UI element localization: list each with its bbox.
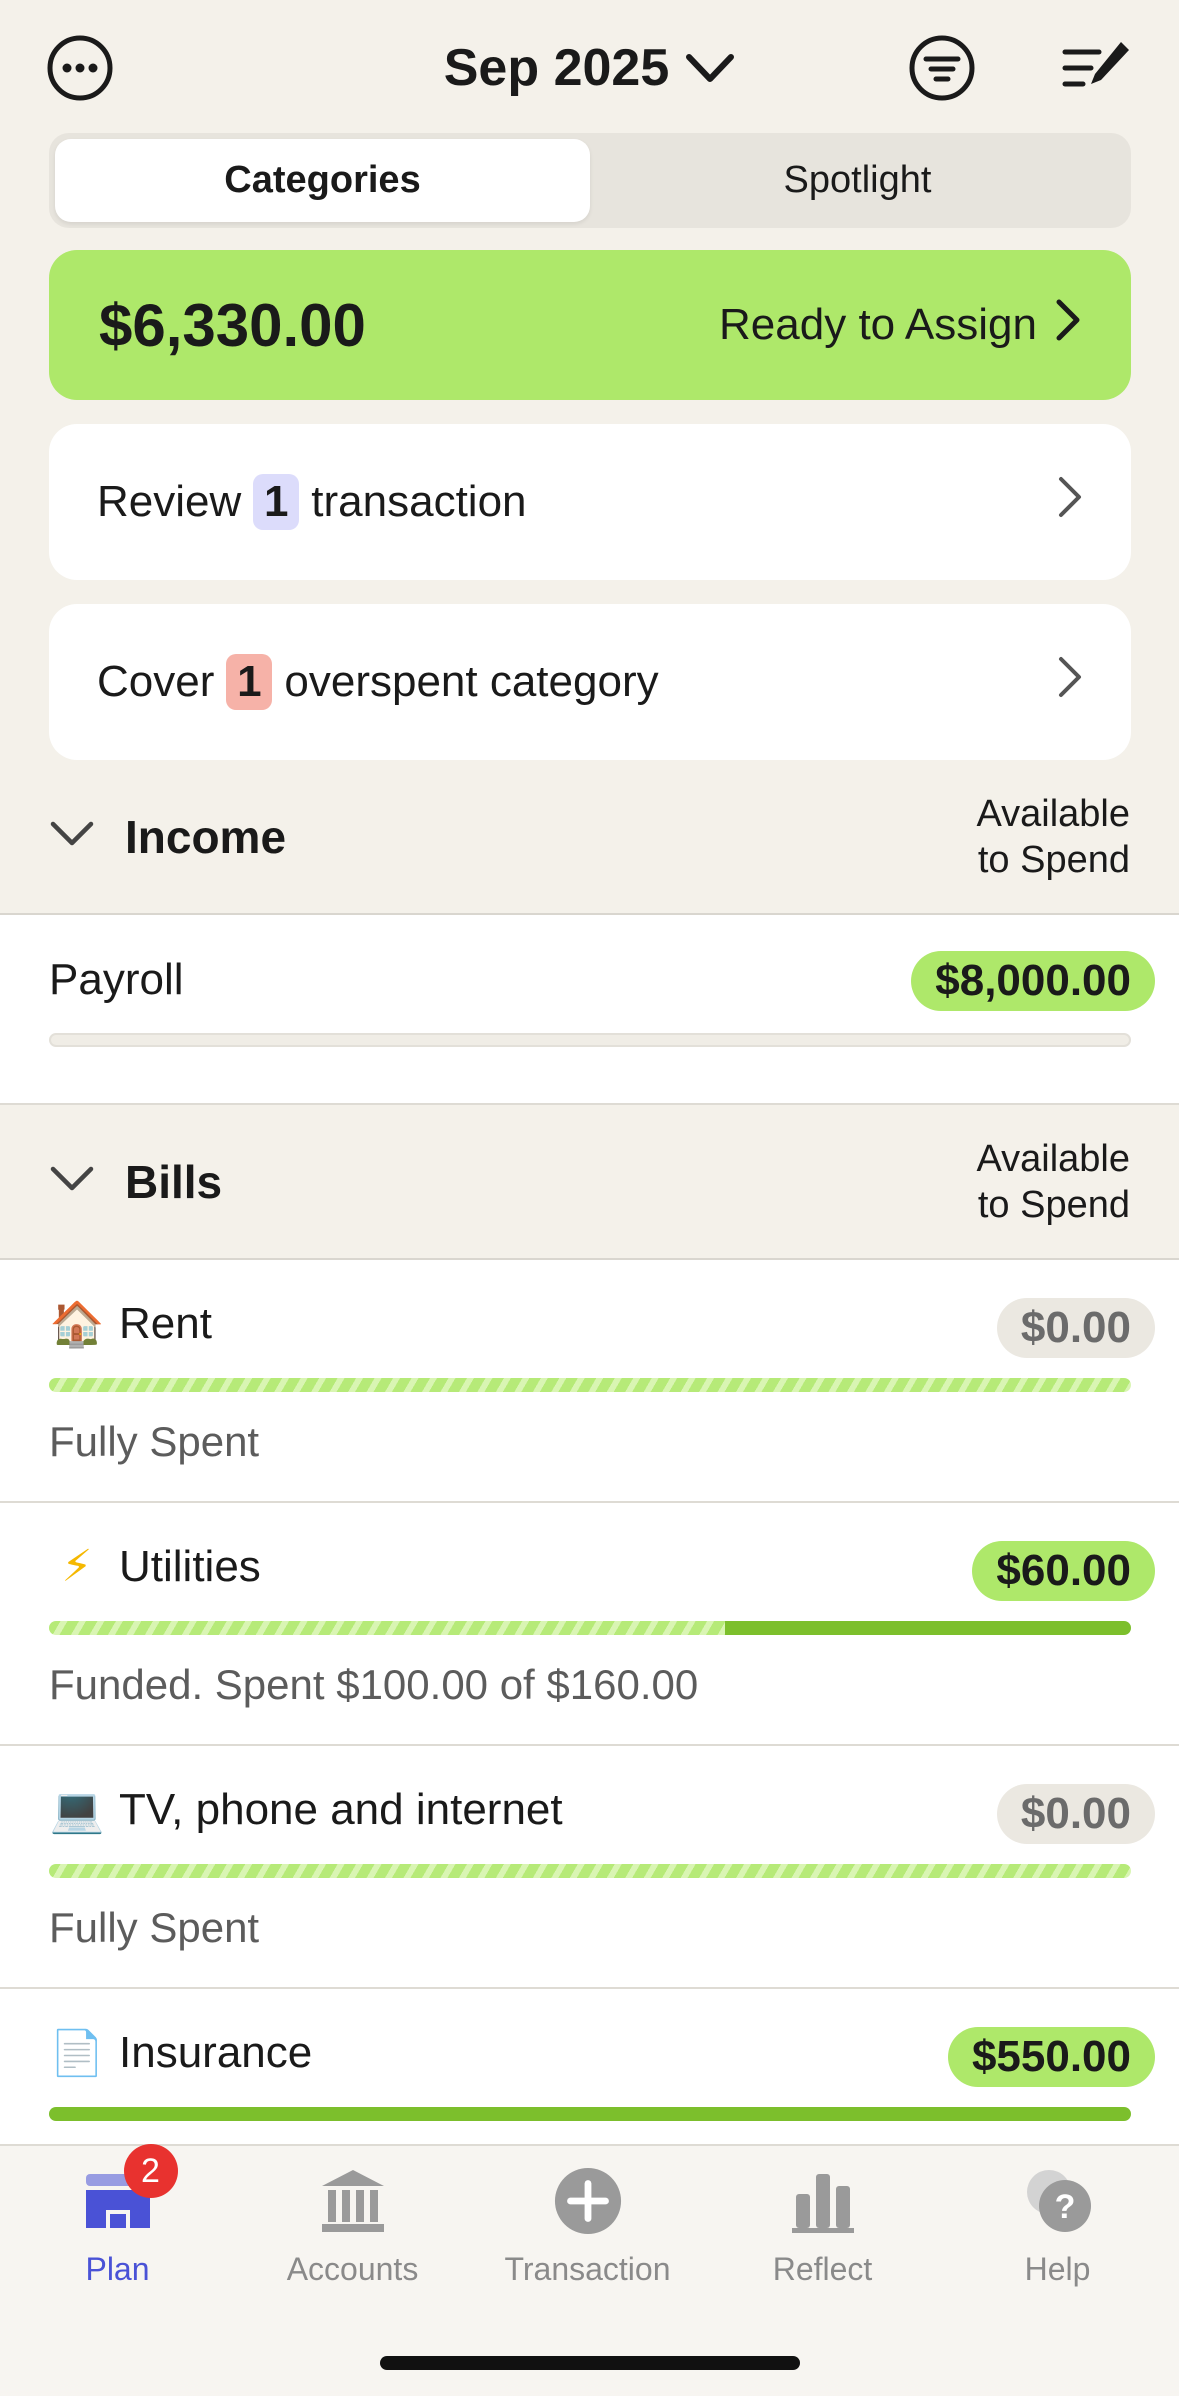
chevron-down-icon — [685, 38, 735, 98]
category-name: Insurance — [119, 2028, 313, 2077]
tab-categories[interactable]: Categories — [55, 139, 590, 222]
available-line-1: Available — [976, 1137, 1130, 1180]
review-suffix: transaction — [311, 477, 527, 526]
ready-label: Ready to Assign — [719, 300, 1037, 349]
category-name: Rent — [119, 1299, 212, 1348]
available-line-2: to Spend — [977, 1183, 1130, 1226]
chevron-down-icon[interactable] — [49, 819, 95, 854]
available-line-1: Available — [976, 792, 1130, 835]
category-name-group: 💻 TV, phone and internet — [49, 1784, 563, 1836]
progress-bar — [49, 1864, 1131, 1878]
laptop-icon: 💻 — [49, 1785, 105, 1836]
progress-bar — [49, 1621, 1131, 1635]
progress-bar — [49, 1033, 1131, 1047]
available-amount[interactable]: $8,000.00 — [911, 951, 1155, 1011]
chevron-right-icon — [1055, 298, 1081, 353]
category-name: TV, phone and internet — [119, 1785, 563, 1834]
tab-help[interactable]: ? Help — [940, 2166, 1175, 2288]
help-chat-icon: ? — [1021, 2166, 1095, 2241]
available-amount[interactable]: $0.00 — [996, 1298, 1155, 1358]
month-selector[interactable]: Sep 2025 — [0, 30, 1179, 106]
status-text: Funded. Spent $100.00 of $160.00 — [49, 1661, 699, 1708]
category-row-tv-phone-internet[interactable]: 💻 TV, phone and internet $0.00 Fully Spe… — [0, 1746, 1179, 1989]
edit-list-icon[interactable] — [1060, 36, 1134, 100]
review-transactions-card[interactable]: Review 1 transaction — [49, 424, 1131, 580]
category-name-group: ⚡ Utilities — [49, 1541, 261, 1592]
tab-label: Accounts — [286, 2251, 419, 2287]
top-bar: Sep 2025 — [0, 0, 1179, 130]
category-name: Payroll — [49, 955, 184, 1004]
plan-icon: 2 — [80, 2144, 178, 2241]
income-group-header[interactable]: Income Available to Spend — [0, 760, 1179, 915]
ready-label-group: Ready to Assign — [719, 298, 1081, 353]
ready-to-assign-banner[interactable]: $6,330.00 Ready to Assign — [49, 250, 1131, 400]
tab-accounts[interactable]: Accounts — [235, 2166, 470, 2288]
ready-amount: $6,330.00 — [99, 291, 366, 359]
bar-chart-icon — [788, 2166, 858, 2241]
category-name: Utilities — [119, 1541, 261, 1591]
cover-suffix: overspent category — [284, 657, 659, 706]
bills-group-title: Bills — [125, 1155, 223, 1208]
chevron-right-icon — [1057, 475, 1083, 530]
tab-transaction[interactable]: Transaction — [470, 2166, 705, 2288]
spent-segment — [49, 1621, 726, 1635]
plus-circle-icon — [552, 2166, 624, 2241]
document-icon: 📄 — [49, 2028, 105, 2079]
review-text: Review 1 transaction — [97, 474, 527, 530]
remaining-segment — [725, 1621, 1131, 1635]
category-row-utilities[interactable]: ⚡ Utilities $60.00 Funded. Spent $100.00… — [0, 1503, 1179, 1746]
cover-overspent-card[interactable]: Cover 1 overspent category — [49, 604, 1131, 760]
tab-label: Help — [1024, 2251, 1091, 2287]
tab-label: Plan — [85, 2251, 150, 2287]
available-amount[interactable]: $60.00 — [972, 1541, 1155, 1601]
chevron-down-icon[interactable] — [49, 1164, 95, 1199]
available-amount[interactable]: $0.00 — [996, 1784, 1155, 1844]
tab-reflect[interactable]: Reflect — [705, 2166, 940, 2288]
tab-label: Transaction — [504, 2251, 671, 2287]
month-label: Sep 2025 — [443, 39, 670, 97]
home-indicator — [380, 2356, 800, 2370]
tab-spotlight[interactable]: Spotlight — [590, 139, 1125, 222]
view-segmented-control: Categories Spotlight — [49, 133, 1131, 228]
category-row-rent[interactable]: 🏠 Rent $0.00 Fully Spent — [0, 1260, 1179, 1503]
filter-icon[interactable] — [906, 32, 978, 104]
category-name-group: 📄 Insurance — [49, 2027, 313, 2079]
category-name-group: 🏠 Rent — [49, 1298, 212, 1350]
category-row-insurance[interactable]: 📄 Insurance $550.00 — [0, 1989, 1179, 2149]
available-line-2: to Spend — [977, 838, 1130, 881]
house-icon: 🏠 — [49, 1299, 105, 1350]
lightning-icon: ⚡ — [61, 1541, 93, 1592]
available-amount[interactable]: $550.00 — [947, 2027, 1155, 2087]
available-column-header: Available to Spend — [976, 1136, 1130, 1228]
cover-count-badge: 1 — [226, 654, 273, 710]
status-text: Fully Spent — [49, 1418, 260, 1465]
income-group-title: Income — [125, 810, 287, 863]
progress-bar — [49, 2107, 1131, 2121]
plan-badge: 2 — [123, 2144, 178, 2198]
progress-bar — [49, 1378, 1131, 1392]
chevron-right-icon — [1057, 655, 1083, 710]
svg-text:?: ? — [1054, 2188, 1075, 2226]
status-text: Fully Spent — [49, 1904, 260, 1951]
review-count-badge: 1 — [253, 474, 300, 530]
available-column-header: Available to Spend — [976, 791, 1130, 883]
review-prefix: Review — [97, 477, 242, 526]
category-row-payroll[interactable]: Payroll $8,000.00 — [0, 915, 1179, 1105]
cover-text: Cover 1 overspent category — [97, 654, 659, 710]
tab-label: Reflect — [772, 2251, 873, 2287]
tab-plan[interactable]: 2 Plan — [0, 2144, 235, 2288]
bills-group-header[interactable]: Bills Available to Spend — [0, 1105, 1179, 1260]
bank-icon — [318, 2166, 388, 2241]
cover-prefix: Cover — [97, 657, 215, 706]
